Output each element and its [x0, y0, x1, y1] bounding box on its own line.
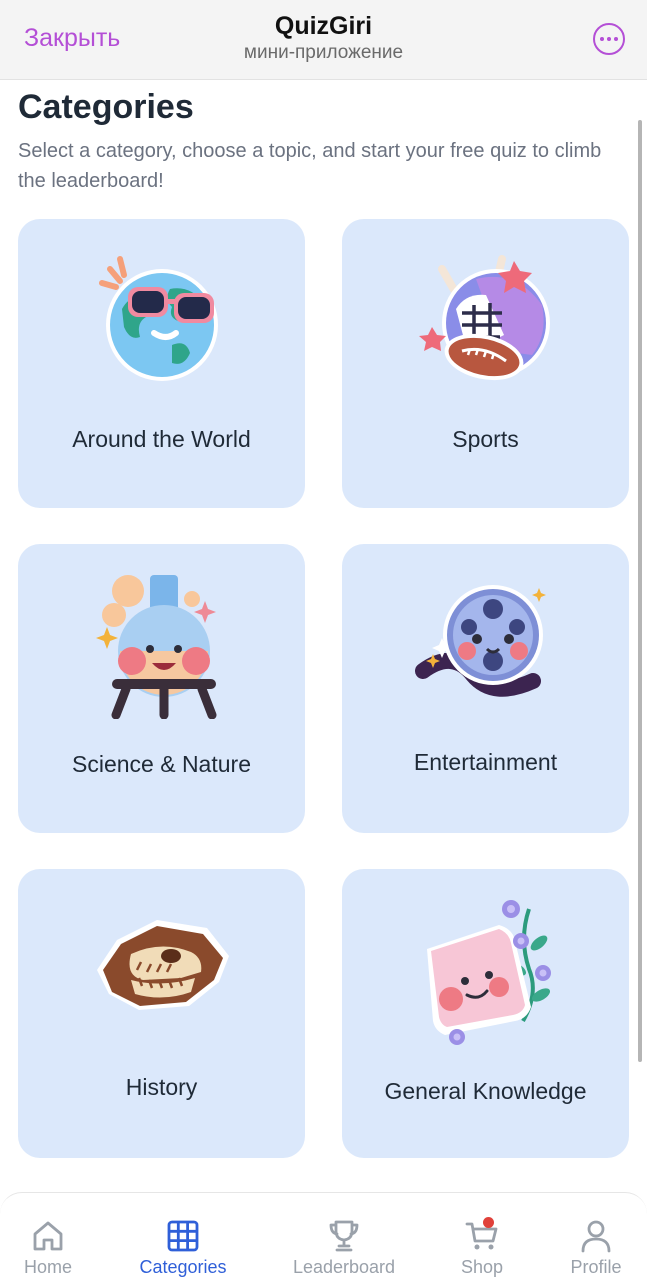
category-card-science-nature[interactable]: Science & Nature	[18, 544, 305, 833]
home-icon	[31, 1219, 65, 1253]
nav-item-profile[interactable]: Profile	[536, 1193, 647, 1280]
grid-icon	[166, 1219, 200, 1253]
category-label: Around the World	[72, 426, 251, 452]
sports-helmet-ball-icon	[342, 229, 629, 409]
bottom-nav: Home Categories Leaderboard Shop Profile	[0, 1192, 647, 1280]
dinosaur-fossil-icon	[18, 879, 305, 1059]
category-card-sports[interactable]: Sports	[342, 219, 629, 508]
book-flowers-icon	[342, 879, 629, 1059]
nav-item-shop[interactable]: Shop	[422, 1193, 542, 1280]
category-card-history[interactable]: History	[18, 869, 305, 1158]
category-label: Sports	[452, 426, 519, 452]
nav-item-categories[interactable]: Categories	[123, 1193, 243, 1280]
film-reel-icon	[342, 554, 629, 734]
category-label: Entertainment	[413, 749, 558, 775]
category-card-entertainment[interactable]: Entertainment	[342, 544, 629, 833]
flask-icon	[18, 554, 305, 734]
category-label: History	[125, 1074, 198, 1100]
cart-badge	[483, 1217, 494, 1228]
nav-label: Home	[23, 1257, 72, 1277]
mini-app-header: Закрыть QuizGiri мини-приложение	[0, 0, 647, 80]
category-card-general-knowledge[interactable]: General Knowledge	[342, 869, 629, 1158]
app-title: QuizGiri	[274, 12, 373, 40]
more-dots-icon[interactable]	[593, 23, 625, 55]
nav-item-home[interactable]: Home	[0, 1193, 108, 1280]
category-label: Science & Nature	[72, 751, 251, 777]
globe-sunglasses-icon	[18, 229, 305, 409]
scrollbar[interactable]	[638, 120, 642, 1062]
category-card-around-the-world[interactable]: Around the World	[18, 219, 305, 508]
app-subtitle: мини-приложение	[243, 42, 404, 63]
nav-label: Leaderboard	[292, 1257, 396, 1277]
category-label: General Knowledge	[384, 1078, 587, 1104]
trophy-icon	[327, 1219, 361, 1253]
nav-label: Profile	[570, 1257, 622, 1277]
nav-label: Categories	[139, 1257, 227, 1277]
nav-item-leaderboard[interactable]: Leaderboard	[284, 1193, 404, 1280]
page-title: Categories	[18, 88, 194, 126]
cart-icon	[465, 1217, 499, 1253]
page-description: Select a category, choose a topic, and s…	[18, 140, 602, 192]
nav-label: Shop	[460, 1257, 504, 1277]
user-icon	[579, 1219, 613, 1253]
